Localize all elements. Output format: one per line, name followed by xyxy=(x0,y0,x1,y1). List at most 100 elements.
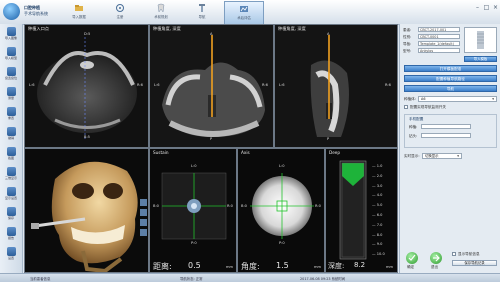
drill-icon xyxy=(199,4,205,12)
image-icon xyxy=(6,27,16,36)
tab-navigate[interactable]: 导航 xyxy=(183,1,221,23)
skull-3d-render xyxy=(25,149,148,272)
depth-value: 8.2 xyxy=(354,261,366,269)
view-angle-depth-2[interactable]: 种植角度, 深度 A L:6 R:6 P xyxy=(274,24,398,148)
orient-top: D:5 xyxy=(84,32,91,36)
field-label: 性别: xyxy=(403,35,412,39)
gender-field[interactable]: CBCT-0001 xyxy=(418,34,460,39)
depth-tick-label: — 1.0 xyxy=(372,163,383,168)
pan-icon[interactable] xyxy=(140,219,147,226)
view-title: 种植角度, 深度 xyxy=(278,26,306,31)
orient-top: L:0 xyxy=(191,164,197,168)
orient-bottom: P:0 xyxy=(279,241,285,245)
contrast-icon xyxy=(6,67,16,76)
handpiece-group: 手机配置 种植: 钻头: xyxy=(404,114,497,148)
ct-coronal-image xyxy=(150,25,273,147)
tool-undo[interactable]: 撤销 xyxy=(1,126,21,144)
exit-button[interactable] xyxy=(430,252,442,264)
reset-icon xyxy=(6,107,16,116)
view-deep[interactable]: Deep — 1.0— 2.0— 3.0— 4.0— 5.0— 6.0— 7.0… xyxy=(325,148,398,273)
tool-settings[interactable]: 设置 xyxy=(1,246,21,264)
show-nav-checkbox[interactable] xyxy=(452,252,456,256)
view-sustain[interactable]: Sustain L:0 B:0 R:0 P:0 距离: 0.5 mm xyxy=(149,148,237,273)
tool-reset[interactable]: 重置 xyxy=(1,106,21,124)
orient-left: L:6 xyxy=(29,83,35,87)
monitor-checkbox[interactable] xyxy=(404,105,408,109)
orient-right: R:6 xyxy=(385,83,391,87)
show-nav-label: 显示导航信息 xyxy=(458,252,480,256)
drill-input[interactable] xyxy=(421,133,471,138)
orient-top: A xyxy=(327,32,330,36)
view-3d-tools xyxy=(140,199,148,249)
orient-bottom: P:0 xyxy=(191,241,197,245)
tool-3d-view[interactable]: 三维显示 xyxy=(1,166,21,184)
angle-unit: mm xyxy=(314,265,322,269)
implant-select-label: 种植体: xyxy=(404,97,416,101)
group-title: 手机配置 xyxy=(409,117,424,121)
tool-screenshot[interactable]: 截图 xyxy=(1,146,21,164)
view-3d-model[interactable] xyxy=(24,148,149,273)
confirm-button[interactable] xyxy=(406,252,418,264)
view-entry-point[interactable]: 种植入口点 D:5 L:6 R:6 B:5 xyxy=(24,24,149,148)
orient-bottom: P xyxy=(210,137,213,141)
rotate-icon[interactable] xyxy=(140,199,147,206)
orient-right: R:6 xyxy=(262,83,268,87)
status-left: 当前患者信息 xyxy=(30,277,51,281)
navigate-button[interactable]: 导航 xyxy=(404,85,497,92)
depth-tick-label: — 9.0 xyxy=(372,242,383,247)
display-select[interactable]: 切换显示 ▾ xyxy=(422,153,462,159)
tool-save[interactable]: 保存 xyxy=(1,206,21,224)
tool-measure[interactable]: 测量 xyxy=(1,86,21,104)
save-record-button[interactable]: 保存导航记录 xyxy=(452,260,497,266)
tooth-icon xyxy=(157,3,165,13)
minimize-button[interactable]: – xyxy=(474,4,481,11)
left-toolbar: 导入图像 导入模型 窗宽窗位 测量 重置 撤销 截图 三维显示 显示设置 保存 … xyxy=(0,24,23,273)
tab-plan[interactable]: 术前规划 xyxy=(142,1,180,23)
close-button[interactable]: × xyxy=(492,4,499,11)
template-field[interactable]: Template_1(default) xyxy=(418,41,460,46)
template-register-button[interactable]: 打开模板配准 xyxy=(404,65,497,72)
depth-unit: mm xyxy=(386,265,394,269)
tab-evaluate[interactable]: 术后评估 xyxy=(224,1,264,24)
depth-tick-label: — 10.0 xyxy=(372,252,385,257)
folder-icon xyxy=(75,5,83,11)
tool-import-model[interactable]: 导入模型 xyxy=(1,46,21,64)
tab-register[interactable]: 注册 xyxy=(101,1,139,23)
evaluate-icon xyxy=(240,6,248,12)
view-title: 种植角度, 深度 xyxy=(153,26,181,31)
implant-icon xyxy=(477,31,484,49)
status-mid: 导航状态: 正常 xyxy=(180,277,203,281)
depth-tick-label: — 8.0 xyxy=(372,232,383,237)
load-template-button[interactable]: 导入模板 xyxy=(464,56,497,62)
report-icon xyxy=(6,227,16,236)
orient-left: B:0 xyxy=(241,204,247,208)
reset-view-icon[interactable] xyxy=(140,229,147,236)
tool-window-level[interactable]: 窗宽窗位 xyxy=(1,66,21,84)
implant-field-label: 种植: xyxy=(409,125,418,129)
orient-right: R:6 xyxy=(137,83,143,87)
camera-icon xyxy=(6,147,16,156)
model-field[interactable]: Ankylos xyxy=(418,48,460,53)
model-icon xyxy=(6,47,16,56)
zoom-icon[interactable] xyxy=(140,209,147,216)
implant-select[interactable]: A6 ▾ xyxy=(418,96,497,102)
view-axis[interactable]: Axis L:0 B:0 R:0 P:0 角度: 1.5 mm xyxy=(237,148,325,273)
tool-import-image[interactable]: 导入图像 xyxy=(1,26,21,44)
angle-label: 角度: xyxy=(241,262,260,271)
orient-top: A xyxy=(210,32,213,36)
view-angle-depth-1[interactable]: 种植角度, 深度 A L:6 R:6 P xyxy=(149,24,274,148)
distance-value: 0.5 xyxy=(188,261,201,270)
tool-display-settings[interactable]: 显示设置 xyxy=(1,186,21,204)
tab-import[interactable]: 导入数据 xyxy=(60,1,98,23)
maximize-button[interactable]: □ xyxy=(483,4,490,11)
depth-tick-label: — 6.0 xyxy=(372,212,383,217)
patient-field[interactable]: CBCT-2017-001 xyxy=(418,27,460,32)
tool-report[interactable]: 报告 xyxy=(1,226,21,244)
config-path-button[interactable]: 配置种植导航路径 xyxy=(404,75,497,82)
implant-input[interactable] xyxy=(421,124,471,129)
distance-unit: mm xyxy=(226,265,234,269)
orient-left: L:6 xyxy=(154,83,160,87)
field-label: 导板: xyxy=(403,42,412,46)
gear-icon xyxy=(6,247,16,256)
display-select-label: 实时显示: xyxy=(404,154,420,158)
